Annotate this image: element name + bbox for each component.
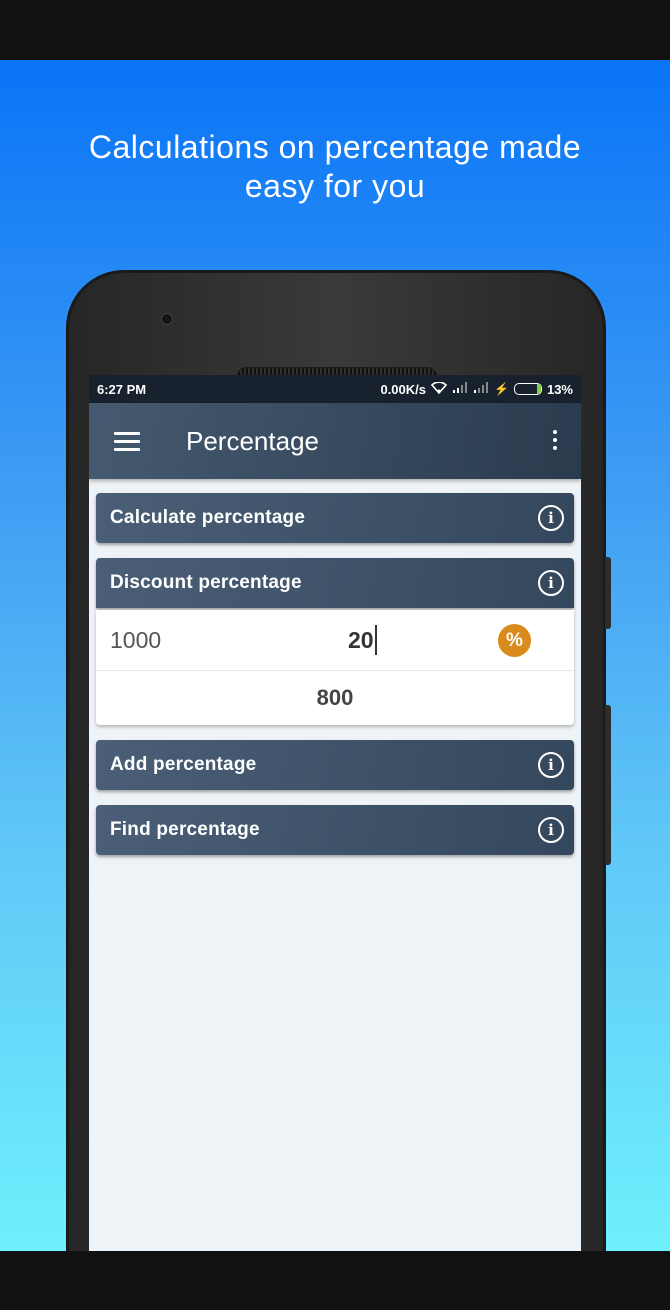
percent-icon[interactable]: % [498, 624, 531, 657]
signal-icon-2 [473, 382, 489, 396]
section-label: Discount percentage [110, 572, 302, 593]
battery-percent: 13% [546, 381, 573, 397]
section-calculate-percentage[interactable]: Calculate percentage i [96, 493, 574, 543]
more-vert-icon[interactable] [553, 430, 557, 450]
percent-value-input[interactable]: 20 [348, 624, 377, 655]
section-label: Find percentage [110, 819, 260, 840]
info-icon[interactable]: i [538, 505, 564, 531]
section-add-percentage[interactable]: Add percentage i [96, 740, 574, 790]
status-bar: 6:27 PM 0.00K/s ⚡ 13% [89, 375, 581, 403]
info-icon[interactable]: i [538, 752, 564, 778]
volume-button [605, 557, 611, 629]
bottom-black-bar [0, 1251, 670, 1310]
discount-result: 800 [316, 685, 354, 710]
percent-value-text: 20 [348, 627, 374, 653]
promo-headline-line1: Calculations on percentage made [88, 129, 582, 165]
front-camera [161, 313, 173, 325]
top-black-bar [0, 0, 670, 60]
power-button [605, 705, 611, 865]
section-find-percentage[interactable]: Find percentage i [96, 805, 574, 855]
status-time: 6:27 PM [97, 381, 147, 397]
phone-screen: 6:27 PM 0.00K/s ⚡ 13% Percentage Calcula [89, 375, 581, 1251]
wifi-icon [430, 380, 448, 397]
base-value-input[interactable]: 1000 [110, 627, 161, 654]
info-icon[interactable]: i [538, 570, 564, 596]
network-speed: 0.00K/s [380, 381, 427, 397]
discount-inputs-row: 1000 20 % [96, 610, 574, 671]
charging-icon: ⚡ [494, 382, 509, 396]
section-label: Add percentage [110, 754, 257, 775]
promo-headline-line2: easy for you [244, 168, 426, 204]
discount-panel: 1000 20 % 800 [96, 610, 574, 725]
page-title: Percentage [186, 425, 319, 456]
status-indicators: 0.00K/s ⚡ 13% [380, 380, 573, 397]
section-label: Calculate percentage [110, 507, 306, 528]
hamburger-icon[interactable] [114, 431, 140, 451]
signal-icon [452, 382, 468, 396]
text-cursor [374, 624, 377, 655]
battery-icon [513, 383, 542, 395]
section-discount-percentage[interactable]: Discount percentage i [96, 558, 574, 608]
info-icon[interactable]: i [538, 817, 564, 843]
app-bar: Percentage [89, 403, 581, 479]
promo-headline: Calculations on percentage made easy for… [20, 128, 650, 206]
